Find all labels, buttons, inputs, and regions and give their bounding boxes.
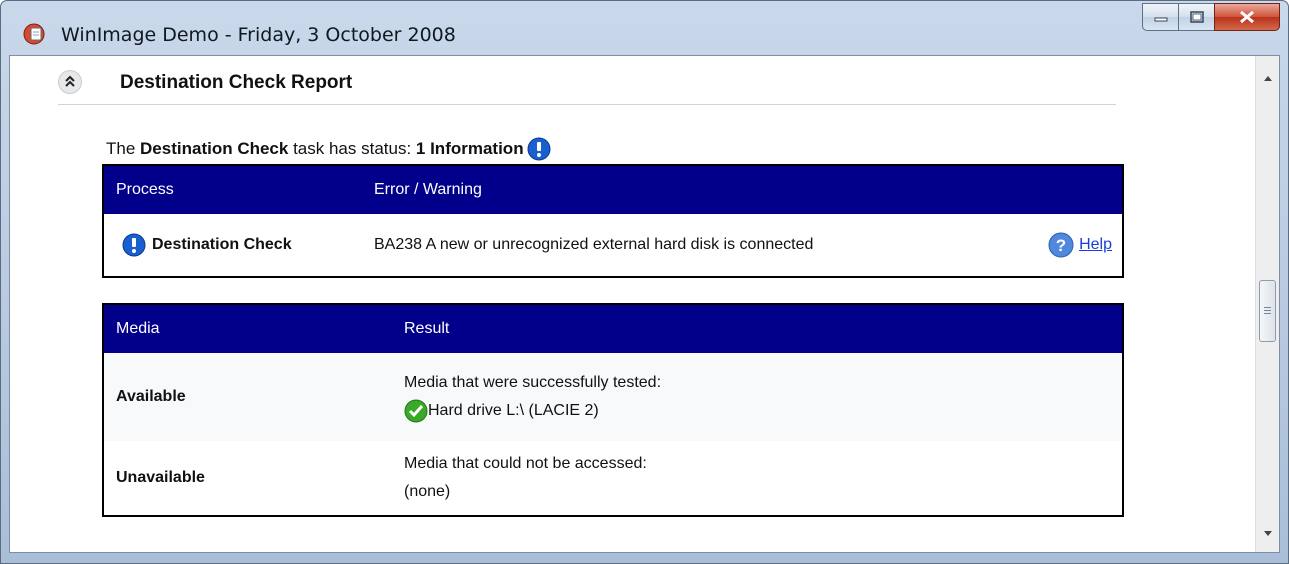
result-heading: Media that could not be accessed: — [404, 455, 647, 472]
process-table: Process Error / Warning Destination Chec… — [102, 164, 1124, 278]
scroll-up-button[interactable] — [1256, 66, 1279, 90]
close-button[interactable] — [1214, 3, 1280, 31]
app-window: WinImage Demo - Friday, 3 October 2008 D… — [0, 0, 1289, 564]
status-prefix: The — [106, 139, 141, 158]
section-title: Destination Check Report — [120, 72, 353, 93]
column-header-error-warning: Error / Warning — [362, 165, 1123, 214]
media-table-header: Media Result — [103, 304, 1123, 353]
title-bar[interactable]: WinImage Demo - Friday, 3 October 2008 — [1, 1, 1288, 46]
report-pane: Destination Check Report The Destination… — [9, 55, 1280, 553]
column-header-media: Media — [103, 304, 392, 353]
scroll-down-arrow-icon — [1263, 531, 1272, 536]
scroll-down-button[interactable] — [1256, 522, 1279, 546]
collapse-chevron-icon — [65, 75, 75, 87]
section-header: Destination Check Report — [58, 70, 1116, 105]
media-table: Media Result Available Media that were s… — [102, 303, 1124, 517]
column-header-result: Result — [392, 304, 1123, 353]
collapse-button[interactable] — [58, 70, 82, 94]
table-row: Unavailable Media that could not be acce… — [103, 441, 1123, 516]
help-link[interactable]: Help — [1079, 236, 1112, 253]
status-middle: task has status: — [288, 139, 416, 158]
close-icon — [1240, 10, 1254, 24]
info-icon — [527, 137, 551, 161]
window-title: WinImage Demo - Friday, 3 October 2008 — [61, 24, 456, 46]
table-row: Destination Check BA238 A new or unrecog… — [103, 214, 1123, 277]
grip-icon — [1264, 306, 1271, 316]
minimize-icon — [1154, 17, 1167, 22]
result-cell: Media that could not be accessed: (none) — [392, 441, 1123, 516]
vertical-scrollbar[interactable] — [1255, 56, 1279, 552]
process-name: Destination Check — [152, 236, 292, 254]
minimize-button[interactable] — [1142, 3, 1178, 31]
media-available-label: Available — [103, 353, 392, 441]
scroll-up-arrow-icon — [1263, 76, 1272, 81]
process-cell: Destination Check — [103, 214, 362, 277]
result-item: Hard drive L:\ (LACIE 2) — [404, 397, 1121, 425]
table-row: Available Media that were successfully t… — [103, 353, 1123, 441]
svg-text:?: ? — [1056, 236, 1066, 255]
result-cell: Media that were successfully tested: Har… — [392, 353, 1123, 441]
result-heading: Media that were successfully tested: — [404, 374, 662, 391]
error-message: BA238 A new or unrecognized external har… — [374, 236, 814, 253]
process-table-header: Process Error / Warning — [103, 165, 1123, 214]
maximize-icon — [1189, 11, 1204, 23]
info-icon — [122, 233, 146, 257]
check-icon — [404, 399, 428, 423]
status-value: 1 Information — [415, 139, 524, 158]
result-item-text: (none) — [404, 483, 451, 500]
result-item-text: Hard drive L:\ (LACIE 2) — [428, 402, 599, 419]
help-cell: ? Help — [1012, 214, 1123, 277]
help-question-icon[interactable]: ? — [1047, 231, 1075, 259]
column-header-process: Process — [103, 165, 362, 214]
media-unavailable-label: Unavailable — [103, 441, 392, 516]
status-task-name: Destination Check — [140, 139, 289, 158]
app-icon — [23, 23, 45, 45]
maximize-button[interactable] — [1178, 3, 1214, 31]
status-line: The Destination Check task has status: 1… — [106, 136, 552, 162]
window-controls — [1142, 3, 1280, 33]
scroll-thumb[interactable] — [1259, 280, 1276, 342]
